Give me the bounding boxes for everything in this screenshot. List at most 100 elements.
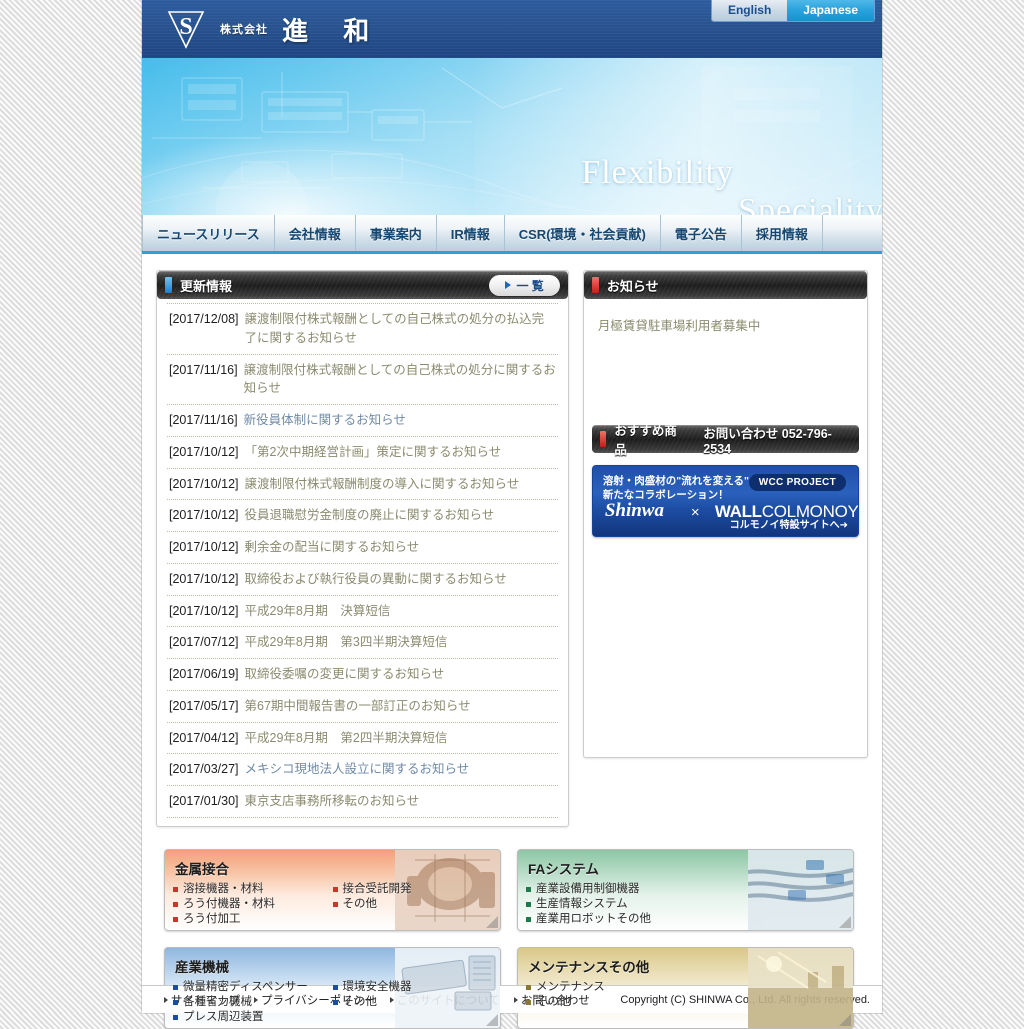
nav-item-recruit[interactable]: 採用情報	[742, 215, 823, 251]
contact-phone: お問い合わせ 052-796-2534	[703, 426, 832, 456]
news-date: [2017/07/12]	[169, 635, 239, 650]
lang-japanese-button[interactable]: Japanese	[787, 0, 874, 21]
news-title-link[interactable]: 第67期中間報告書の一部訂正のお知らせ	[245, 697, 471, 716]
table-row[interactable]: [2017/03/27] メキシコ現地法人設立に関するお知らせ	[167, 754, 558, 786]
bullet-square-icon	[332, 902, 338, 907]
list-item-label: 接合受託開発	[342, 882, 412, 895]
table-row[interactable]: [2017/07/12] 平成29年8月期 第3四半期決算短信	[167, 627, 558, 659]
table-row[interactable]: [2017/05/17] 第67期中間報告書の一部訂正のお知らせ	[167, 691, 558, 723]
news-title-link[interactable]: 東京支店事務所移転のお知らせ	[245, 792, 420, 811]
main-navigation[interactable]: ニュースリリース 会社情報 事業案内 IR情報 CSR(環境・社会貢献) 電子公…	[142, 215, 882, 254]
news-title-link[interactable]: 平成29年8月期 決算短信	[245, 602, 391, 621]
table-row[interactable]: [2017/10/12] 「第2次中期経営計画」策定に関するお知らせ	[167, 437, 558, 469]
table-row[interactable]: [2017/10/12] 譲渡制限付株式報酬制度の導入に関するお知らせ	[167, 469, 558, 501]
banner-line-1: 溶射・肉盛材の"流れを変える"	[602, 475, 749, 487]
table-row[interactable]: [2017/06/19] 取締役委嘱の変更に関するお知らせ	[167, 659, 558, 691]
card-corner-marker	[839, 915, 851, 928]
triangle-right-icon	[164, 996, 168, 1003]
news-title-link[interactable]: 取締役委嘱の変更に関するお知らせ	[245, 665, 445, 684]
table-row[interactable]: [2017/10/12] 取締役および執行役員の異動に関するお知らせ	[167, 564, 558, 596]
product-card-maintenance[interactable]: メンテナンスその他 メンテナンス その他	[517, 946, 854, 1029]
list-item: メンテナンス	[526, 980, 845, 995]
news-title-link[interactable]: 譲渡制限付株式報酬としての自己株式の処分に関するお知らせ	[244, 361, 556, 399]
news-title-link[interactable]: 取締役および執行役員の異動に関するお知らせ	[245, 570, 507, 589]
list-item: 産業用ロボットその他	[526, 912, 845, 927]
list-item-label: 微量精密ディスペンサー	[183, 980, 308, 993]
table-row[interactable]: [2017/01/30] 東京支店事務所移転のお知らせ	[167, 786, 558, 818]
list-item-label: ろう付機器・材料	[183, 897, 275, 910]
site-header: S 株式会社 進 和 English Japanese	[142, 0, 882, 58]
news-title-link[interactable]: 新役員体制に関するお知らせ	[244, 411, 406, 430]
card-title: 産業機械	[175, 959, 229, 975]
card-column-2: 環境安全機器 その他	[332, 980, 493, 1026]
list-item: その他	[526, 995, 845, 1010]
bullet-square-icon	[332, 886, 338, 892]
bullet-square-icon	[332, 1000, 338, 1005]
bullet-square-icon	[173, 902, 178, 907]
blue-tick-icon	[165, 277, 172, 293]
wcc-project-banner[interactable]: 溶射・肉盛材の"流れを変える" 新たなコラボレーション！ WCC PROJECT…	[591, 465, 859, 537]
news-date: [2017/12/08]	[169, 312, 239, 326]
news-title-link[interactable]: 「第2次中期経営計画」策定に関するお知らせ	[245, 443, 502, 462]
card-item-list: 産業設備用制御機器 生産情報システム 産業用ロボットその他	[526, 882, 845, 928]
triangle-right-icon	[513, 996, 518, 1003]
table-row[interactable]: [2017/12/08] 譲渡制限付株式報酬としての自己株式の処分の払込完了に関…	[167, 303, 558, 355]
list-item: その他	[332, 995, 493, 1010]
news-title-link[interactable]: 平成29年8月期 第3四半期決算短信	[245, 633, 448, 652]
site-logo[interactable]: S 株式会社 進 和	[166, 8, 383, 50]
list-item-label: 産業用ロボットその他	[536, 913, 651, 926]
list-item-label: 溶接機器・材料	[183, 882, 264, 895]
bullet-square-icon	[526, 1000, 531, 1005]
table-row[interactable]: [2017/10/12] 剰余金の配当に関するお知らせ	[167, 532, 558, 564]
news-title-link[interactable]: 平成29年8月期 第2四半期決算短信	[245, 729, 448, 748]
recommended-product-bar[interactable]: おすすめ商品 お問い合わせ 052-796-2534	[592, 424, 859, 457]
table-row[interactable]: [2017/11/16] 譲渡制限付株式報酬としての自己株式の処分に関するお知ら…	[167, 355, 558, 405]
bullet-square-icon	[526, 984, 531, 990]
news-date: [2017/11/16]	[169, 413, 238, 427]
card-title: FAシステム	[528, 861, 599, 877]
product-card-fa-system[interactable]: FAシステム 産業設備用制御機器 生産情報システム 産業用ロボットその他	[517, 848, 854, 931]
nav-item-company-info[interactable]: 会社情報	[275, 215, 356, 251]
nav-item-csr[interactable]: CSR(環境・社会貢献)	[505, 215, 661, 251]
news-title-link[interactable]: 役員退職慰労金制度の廃止に関するお知らせ	[245, 506, 495, 525]
news-title-link[interactable]: 剰余金の配当に関するお知らせ	[245, 538, 420, 557]
card-column-1: 微量精密ディスペンサー 各種省力機械 プレス周辺装置	[173, 980, 333, 1026]
news-title-link[interactable]: 譲渡制限付株式報酬制度の導入に関するお知らせ	[245, 475, 520, 494]
news-list-all-button[interactable]: 一 覧	[489, 274, 560, 296]
list-item-label: 産業設備用制御機器	[536, 882, 640, 895]
news-date: [2017/05/17]	[169, 698, 239, 713]
product-card-industrial-machinery[interactable]: 産業機械 微量精密ディスペンサー 各種省力機械 プレス周辺装置 環境安全機器 そ…	[164, 946, 501, 1029]
banner-times-symbol: ×	[690, 504, 700, 521]
card-title: 金属接合	[175, 861, 229, 877]
news-date: [2017/10/12]	[169, 476, 239, 491]
table-row[interactable]: [2017/10/12] 平成29年8月期 決算短信	[167, 596, 558, 628]
svg-text:S: S	[179, 14, 192, 40]
table-row[interactable]: [2017/04/12] 平成29年8月期 第2四半期決算短信	[167, 723, 558, 755]
news-list-all-label: 一 覧	[516, 278, 544, 293]
nav-item-business-guide[interactable]: 事業案内	[356, 215, 437, 251]
nav-item-ir-info[interactable]: IR情報	[437, 215, 505, 251]
list-item: プレス周辺装置	[173, 1010, 333, 1025]
bullet-square-icon	[173, 886, 178, 892]
triangle-right-icon	[505, 281, 512, 289]
bullet-square-icon	[332, 984, 338, 990]
notice-text-link[interactable]: 月極賃貸駐車場利用者募集中	[598, 319, 761, 333]
language-switcher[interactable]: English Japanese	[710, 0, 875, 22]
news-title-link[interactable]: 譲渡制限付株式報酬としての自己株式の処分の払込完了に関するお知らせ	[245, 310, 556, 348]
site-container: S 株式会社 進 和 English Japanese Flexibility …	[142, 0, 882, 1029]
bullet-square-icon	[173, 984, 178, 990]
recommended-product-title: おすすめ商品	[614, 424, 677, 457]
list-item-label: 各種省力機械	[183, 995, 252, 1008]
lang-english-button[interactable]: English	[711, 0, 788, 21]
table-row[interactable]: [2017/11/16] 新役員体制に関するお知らせ	[167, 405, 558, 437]
news-date: [2017/10/12]	[169, 571, 239, 586]
table-row[interactable]: [2017/10/12] 役員退職慰労金制度の廃止に関するお知らせ	[167, 500, 558, 532]
red-tick-icon	[591, 277, 599, 293]
news-title-link[interactable]: メキシコ現地法人設立に関するお知らせ	[245, 760, 470, 779]
list-item-label: 生産情報システム	[536, 897, 628, 910]
nav-item-news-release[interactable]: ニュースリリース	[142, 215, 275, 251]
news-panel-header: 更新情報 一 覧	[157, 271, 568, 299]
company-name: 進 和	[282, 15, 384, 46]
nav-item-electronic-notice[interactable]: 電子公告	[661, 215, 742, 251]
product-card-metal-joining[interactable]: 金属接合 溶接機器・材料 ろう付機器・材料 ろう付加工 接合受託開発 その他	[164, 848, 501, 931]
